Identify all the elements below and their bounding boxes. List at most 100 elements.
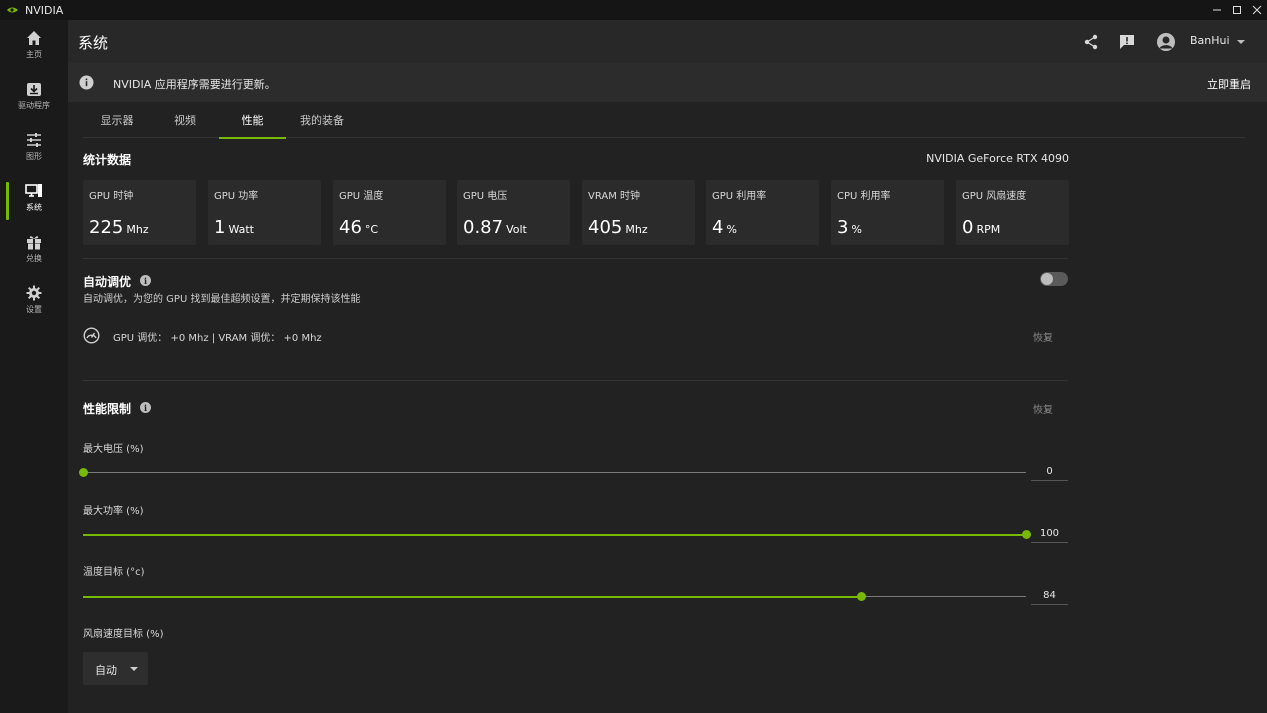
slider-label: 最大功率 (%) — [83, 506, 144, 517]
info-icon[interactable]: i — [140, 275, 151, 286]
sidebar-item-label: 设置 — [26, 305, 42, 314]
nvidia-logo-icon — [7, 7, 18, 13]
stat-value: 0 RPM — [962, 217, 1000, 238]
perf-limits-title: 性能限制 — [83, 402, 132, 416]
slider-fill — [83, 595, 862, 598]
monitor-system-icon — [25, 184, 42, 197]
stat-label: CPU 利用率 — [837, 191, 891, 202]
gear-icon — [26, 285, 42, 301]
auto-tune-title: 自动调优 — [83, 275, 132, 289]
stat-number: 0.87 — [463, 217, 504, 238]
tab-video[interactable]: 视频 — [151, 102, 219, 138]
stat-number: 405 — [588, 217, 623, 238]
minimize-button[interactable] — [1207, 0, 1227, 20]
stat-value: 1 Watt — [214, 217, 254, 238]
speedometer-icon — [83, 327, 100, 344]
maximize-button[interactable] — [1227, 0, 1247, 20]
account-menu-button[interactable] — [1231, 32, 1251, 52]
home-icon — [27, 31, 41, 45]
header: 系统 BanHui — [68, 20, 1267, 63]
stat-number: 4 — [712, 217, 724, 238]
stat-card: VRAM 时钟 405 Mhz — [582, 180, 695, 245]
auto-tune-restore-button[interactable]: 恢复 — [1033, 329, 1053, 344]
stat-unit: RPM — [976, 223, 1001, 236]
stat-value: 0.87 Volt — [463, 217, 527, 238]
feedback-button[interactable] — [1117, 32, 1137, 52]
close-button[interactable] — [1247, 0, 1267, 20]
slider-thumb[interactable] — [857, 592, 867, 601]
sidebar: 主页 驱动程序 图形 系统 兑换 设置 — [0, 20, 68, 713]
stat-label: GPU 电压 — [463, 191, 508, 202]
slider-value-input[interactable]: 84 — [1031, 587, 1068, 605]
stat-number: 225 — [89, 217, 124, 238]
stat-value: 4% — [712, 217, 737, 238]
sidebar-item-label: 主页 — [26, 50, 42, 59]
stat-card: GPU 电压 0.87 Volt — [457, 180, 570, 245]
sidebar-item-label: 兑换 — [26, 254, 42, 263]
share-button[interactable] — [1081, 32, 1101, 52]
stat-card: GPU 利用率 4% — [706, 180, 819, 245]
sidebar-item-settings[interactable]: 设置 — [0, 280, 68, 326]
restart-now-button[interactable]: 立即重启 — [1207, 76, 1251, 92]
tab-performance[interactable]: 性能 — [219, 102, 286, 139]
stat-label: GPU 时钟 — [89, 191, 134, 202]
update-banner: NVIDIA 应用程序需要进行更新。 立即重启 — [68, 63, 1267, 102]
slider-fill — [83, 533, 1026, 536]
fan-speed-selected: 自动 — [95, 664, 117, 677]
tab-display[interactable]: 显示器 — [83, 102, 151, 138]
tab-bar: 显示器 视频 性能 我的装备 — [83, 102, 1245, 139]
stat-card: GPU 功率 1 Watt — [208, 180, 321, 245]
stat-card: GPU 温度 46 °C — [333, 180, 446, 245]
slider-thumb[interactable] — [1021, 530, 1031, 539]
slider-track[interactable] — [83, 530, 1031, 539]
stat-card: GPU 时钟 225 Mhz — [83, 180, 196, 245]
fan-speed-label: 风扇速度目标 (%) — [83, 629, 164, 640]
stat-number: 46 — [339, 217, 362, 238]
sidebar-item-system[interactable]: 系统 — [0, 178, 68, 224]
slider-value-input[interactable]: 100 — [1031, 525, 1068, 543]
title-bar: NVIDIA — [0, 0, 1267, 20]
stat-label: GPU 风扇速度 — [962, 191, 1027, 202]
stat-unit: Mhz — [126, 223, 149, 236]
info-icon[interactable]: i — [140, 402, 151, 413]
share-icon — [1084, 34, 1098, 50]
fan-speed-dropdown[interactable]: 自动 — [83, 652, 148, 685]
stat-number: 0 — [962, 217, 974, 238]
slider-label: 最大电压 (%) — [83, 444, 144, 455]
stat-value: 46 °C — [339, 217, 378, 238]
slider-value-input[interactable]: 0 — [1031, 463, 1068, 481]
stat-unit: Watt — [228, 223, 254, 236]
slider-track[interactable] — [78, 468, 1026, 477]
feedback-icon — [1120, 35, 1134, 49]
sidebar-item-redeem[interactable]: 兑换 — [0, 229, 68, 275]
sliders-icon — [27, 133, 41, 147]
chevron-down-icon — [130, 667, 138, 671]
perf-limits-restore-button[interactable]: 恢复 — [1033, 401, 1053, 416]
slider-label: 温度目标 (°c) — [83, 567, 145, 578]
driver-download-icon — [27, 83, 41, 96]
username[interactable]: BanHui — [1190, 34, 1230, 47]
stat-card: GPU 风扇速度 0 RPM — [956, 180, 1069, 245]
stat-card: CPU 利用率 3% — [831, 180, 944, 245]
divider — [83, 380, 1068, 381]
auto-tune-description: 自动调优，为您的 GPU 找到最佳超频设置，并定期保持该性能 — [83, 294, 361, 305]
gift-icon — [27, 236, 41, 250]
sidebar-item-drivers[interactable]: 驱动程序 — [0, 76, 68, 122]
stat-unit: Volt — [506, 223, 527, 236]
sidebar-item-graphics[interactable]: 图形 — [0, 127, 68, 173]
auto-tune-toggle[interactable] — [1040, 272, 1068, 286]
user-avatar-icon — [1157, 33, 1175, 51]
avatar[interactable] — [1155, 31, 1177, 53]
slider-thumb[interactable] — [78, 468, 88, 477]
page-title: 系统 — [78, 34, 109, 52]
tab-my-rig[interactable]: 我的装备 — [286, 102, 358, 138]
sidebar-item-label: 系统 — [26, 203, 42, 212]
sidebar-item-home[interactable]: 主页 — [0, 25, 68, 71]
banner-message: NVIDIA 应用程序需要进行更新。 — [113, 78, 276, 91]
auto-tune-status: GPU 调优： +0 Mhz | VRAM 调优： +0 Mhz — [113, 333, 322, 344]
stat-number: 3 — [837, 217, 849, 238]
slider-track[interactable] — [83, 592, 1026, 601]
stat-unit: °C — [364, 223, 379, 236]
stat-label: VRAM 时钟 — [588, 191, 641, 202]
stat-label: GPU 利用率 — [712, 191, 767, 202]
